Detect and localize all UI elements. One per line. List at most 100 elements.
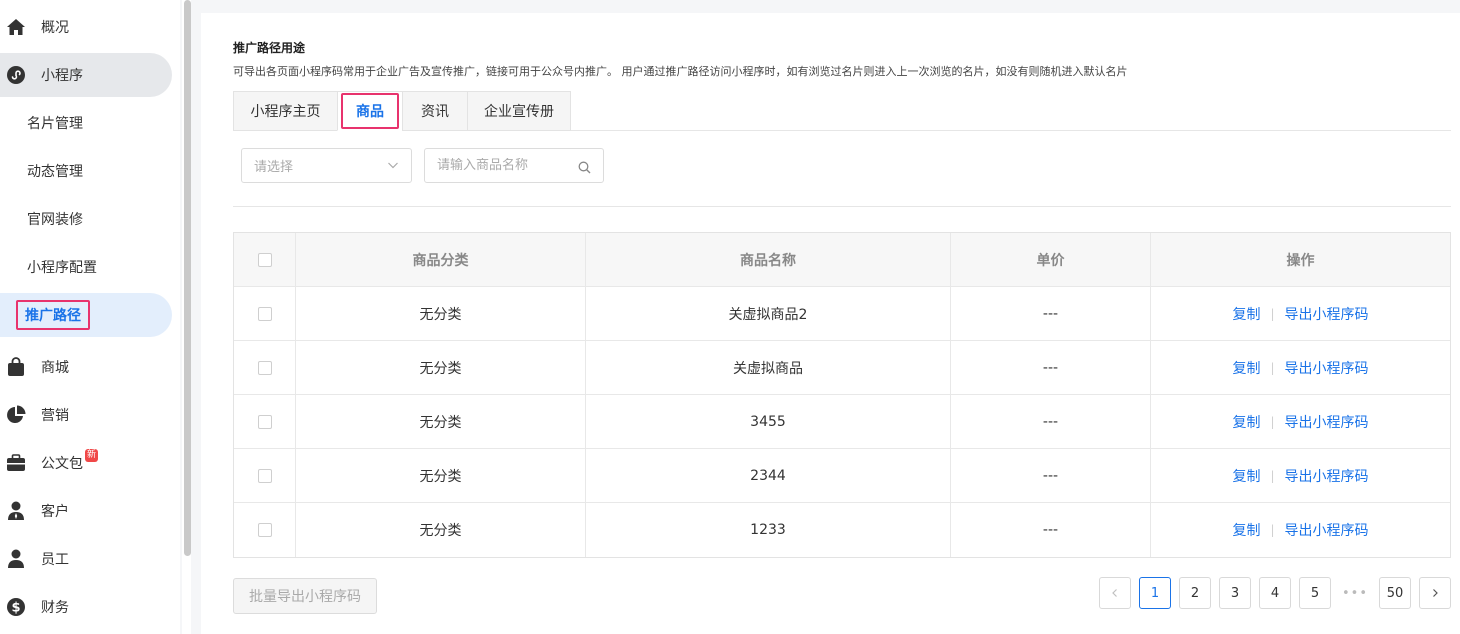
tab-products[interactable]: 商品 <box>337 91 403 131</box>
svg-text:$: $ <box>11 601 20 616</box>
sidebar-subitem-label: 官网装修 <box>27 212 83 228</box>
new-badge: 新 <box>85 448 99 462</box>
sidebar-item-overview[interactable]: 概况 <box>0 5 172 49</box>
cell-name: 3455 <box>586 395 951 449</box>
action-separator: | <box>1270 415 1275 429</box>
briefcase-icon <box>5 452 27 474</box>
copy-link[interactable]: 复制 <box>1232 466 1260 486</box>
app-root: 概况 小程序 名片管理 动态管理 官网装修 小程序配置 推广路径 商城 营销 公… <box>0 0 1460 634</box>
sidebar-item-label: 财务 <box>41 600 69 616</box>
tab-label: 小程序主页 <box>250 104 321 120</box>
tab-bar: 小程序主页 商品 资讯 企业宣传册 <box>233 91 1451 131</box>
export-qrcode-link[interactable]: 导出小程序码 <box>1285 412 1369 432</box>
select-placeholder: 请选择 <box>254 160 294 175</box>
page-title: 推广路径用途 <box>233 41 306 55</box>
sidebar-subitem-card-management[interactable]: 名片管理 <box>0 101 172 145</box>
table-row: 无分类 2344 --- 复制 | 导出小程序码 <box>234 449 1450 503</box>
cell-category: 无分类 <box>296 341 586 395</box>
row-checkbox-cell <box>234 341 296 395</box>
person-icon <box>5 548 27 570</box>
header-category: 商品分类 <box>296 233 586 287</box>
cell-name: 关虚拟商品 <box>586 341 951 395</box>
row-checkbox-cell <box>234 503 296 557</box>
search-icon[interactable] <box>578 159 591 178</box>
sidebar-item-miniprogram[interactable]: 小程序 <box>0 53 172 97</box>
sidebar-item-marketing[interactable]: 营销 <box>0 393 172 437</box>
copy-link[interactable]: 复制 <box>1232 520 1260 540</box>
cell-actions: 复制 | 导出小程序码 <box>1151 341 1450 395</box>
sidebar-item-finance[interactable]: $ 财务 <box>0 585 172 629</box>
row-checkbox-cell <box>234 287 296 341</box>
sidebar-scrollbar[interactable] <box>182 0 191 634</box>
page-button[interactable]: 4 <box>1259 577 1291 609</box>
divider <box>233 206 1451 207</box>
sidebar-subitem-miniprogram-config[interactable]: 小程序配置 <box>0 245 172 289</box>
next-page-button[interactable] <box>1419 577 1451 609</box>
row-checkbox[interactable] <box>257 469 272 483</box>
category-select[interactable]: 请选择 <box>241 148 412 183</box>
page-button[interactable]: 1 <box>1139 577 1171 609</box>
cell-price: --- <box>951 341 1151 395</box>
sidebar-subitem-label: 小程序配置 <box>27 260 97 276</box>
home-icon <box>5 16 27 38</box>
header-price: 单价 <box>951 233 1151 287</box>
search-input[interactable] <box>437 158 567 173</box>
export-qrcode-link[interactable]: 导出小程序码 <box>1285 520 1369 540</box>
sidebar-subitem-label: 动态管理 <box>27 164 83 180</box>
row-checkbox[interactable] <box>257 361 272 375</box>
chevron-right-icon <box>1433 589 1438 597</box>
header-name: 商品名称 <box>586 233 951 287</box>
table-row: 无分类 关虚拟商品2 --- 复制 | 导出小程序码 <box>234 287 1450 341</box>
table-row: 无分类 3455 --- 复制 | 导出小程序码 <box>234 395 1450 449</box>
tab-brochure[interactable]: 企业宣传册 <box>467 91 571 131</box>
page-button[interactable]: 3 <box>1219 577 1251 609</box>
row-checkbox[interactable] <box>257 307 272 321</box>
pagination: 1 2 3 4 5 ••• 50 <box>1099 577 1451 609</box>
cell-category: 无分类 <box>296 287 586 341</box>
products-table: 商品分类 商品名称 单价 操作 无分类 关虚拟商品2 --- 复制 | 导出小程序码… <box>233 232 1451 558</box>
page-button[interactable]: 5 <box>1299 577 1331 609</box>
table-row: 无分类 1233 --- 复制 | 导出小程序码 <box>234 503 1450 557</box>
sidebar-subitem-promotion-path[interactable]: 推广路径 <box>0 293 172 337</box>
tab-miniprogram-home[interactable]: 小程序主页 <box>233 91 338 131</box>
action-separator: | <box>1270 361 1275 375</box>
tab-news[interactable]: 资讯 <box>402 91 468 131</box>
action-separator: | <box>1270 307 1275 321</box>
sidebar-item-mall[interactable]: 商城 <box>0 345 172 389</box>
cell-price: --- <box>951 395 1151 449</box>
copy-link[interactable]: 复制 <box>1232 358 1260 378</box>
export-qrcode-link[interactable]: 导出小程序码 <box>1285 304 1369 324</box>
sidebar-item-label: 概况 <box>41 20 69 36</box>
cell-category: 无分类 <box>296 503 586 557</box>
sidebar-item-briefcase[interactable]: 公文包 新 <box>0 441 172 485</box>
cell-actions: 复制 | 导出小程序码 <box>1151 287 1450 341</box>
shopping-bag-icon <box>5 356 27 378</box>
sidebar-item-staff[interactable]: 员工 <box>0 537 172 581</box>
copy-link[interactable]: 复制 <box>1232 304 1260 324</box>
sidebar-subitem-moments-management[interactable]: 动态管理 <box>0 149 172 193</box>
row-checkbox-cell <box>234 395 296 449</box>
prev-page-button[interactable] <box>1099 577 1131 609</box>
export-qrcode-link[interactable]: 导出小程序码 <box>1285 358 1369 378</box>
page-description: 可导出各页面小程序码常用于企业广告及宣传推广，链接可用于公众号内推广。 用户通过… <box>233 65 1128 78</box>
row-checkbox[interactable] <box>257 523 272 537</box>
export-qrcode-link[interactable]: 导出小程序码 <box>1285 466 1369 486</box>
page-button[interactable]: 50 <box>1379 577 1411 609</box>
action-separator: | <box>1270 469 1275 483</box>
page-ellipsis[interactable]: ••• <box>1339 577 1371 609</box>
copy-link[interactable]: 复制 <box>1232 412 1260 432</box>
tab-label: 企业宣传册 <box>484 104 554 120</box>
cell-name: 关虚拟商品2 <box>586 287 951 341</box>
sidebar: 概况 小程序 名片管理 动态管理 官网装修 小程序配置 推广路径 商城 营销 公… <box>0 0 180 634</box>
table-row: 无分类 关虚拟商品 --- 复制 | 导出小程序码 <box>234 341 1450 395</box>
sidebar-subitem-website-decoration[interactable]: 官网装修 <box>0 197 172 241</box>
page-button[interactable]: 2 <box>1179 577 1211 609</box>
sidebar-item-customers[interactable]: 客户 <box>0 489 172 533</box>
sidebar-item-label: 公文包 <box>41 456 83 472</box>
batch-export-button[interactable]: 批量导出小程序码 <box>233 578 377 614</box>
cell-actions: 复制 | 导出小程序码 <box>1151 503 1450 557</box>
cell-name: 1233 <box>586 503 951 557</box>
scrollbar-thumb[interactable] <box>184 0 191 556</box>
row-checkbox[interactable] <box>257 415 272 429</box>
select-all-checkbox[interactable] <box>257 253 272 267</box>
